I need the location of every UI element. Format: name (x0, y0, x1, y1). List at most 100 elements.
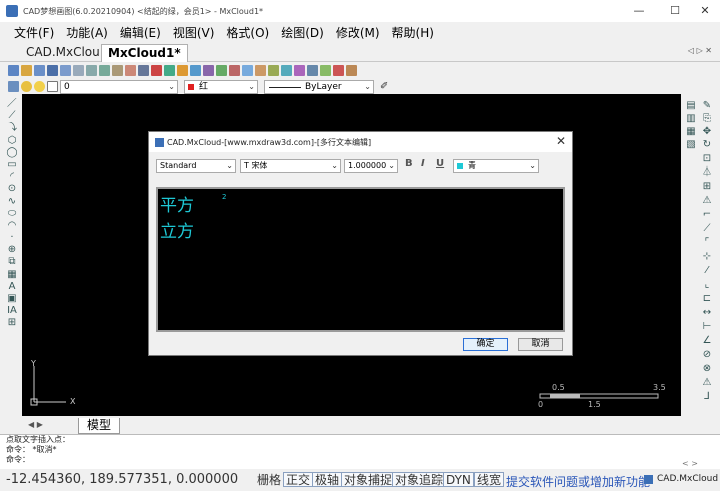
lineweight-toggle[interactable]: 线宽 (474, 472, 505, 487)
hatch-icon[interactable]: ▦ (4, 269, 20, 281)
new-icon[interactable] (8, 65, 19, 76)
redo-icon[interactable] (294, 65, 305, 76)
fillet-icon[interactable]: ⌜ (700, 237, 714, 249)
feedback-link[interactable]: 提交软件问题或增加新功能 (506, 473, 650, 490)
line-icon[interactable]: ／ (4, 98, 20, 110)
command-area[interactable]: 点取文字插入点： 命令： *取消* 命令： < > (0, 434, 720, 469)
point-icon[interactable]: · (4, 232, 20, 244)
lineweight-pen-icon[interactable]: ✐ (380, 81, 388, 92)
menu-format[interactable]: 格式(O) (226, 24, 269, 41)
tab-cad-mxcloud[interactable]: CAD.MxCloud (20, 44, 100, 62)
xline-icon[interactable]: ⟋ (4, 110, 20, 122)
text-height-select[interactable]: 1.000000 ⌄ (344, 159, 398, 173)
circle-center-icon[interactable]: ⊙ (4, 183, 20, 195)
polygon-icon[interactable]: ⬡ (4, 135, 20, 147)
open-icon[interactable] (21, 65, 32, 76)
insert-block-icon[interactable]: ⊕ (4, 244, 20, 256)
match-properties-icon[interactable] (255, 65, 266, 76)
dim-radius-icon[interactable]: ⊘ (700, 349, 714, 361)
trim-icon[interactable]: ⌐ (700, 209, 714, 221)
zoom-previous-icon[interactable] (99, 65, 110, 76)
extend-icon[interactable]: ⟋ (700, 223, 714, 235)
zoom-all-icon[interactable] (138, 65, 149, 76)
linetype-select[interactable]: ByLayer ⌄ (264, 79, 374, 94)
pen-icon[interactable]: ✎ (700, 100, 714, 112)
menu-draw[interactable]: 绘图(D) (281, 24, 324, 41)
measure-icon[interactable] (307, 65, 318, 76)
zoom-realtime-icon[interactable] (73, 65, 84, 76)
menu-edit[interactable]: 编辑(E) (120, 24, 161, 41)
polyline-icon[interactable]: ⤵ (4, 122, 20, 134)
dim-aligned-icon[interactable]: ⊢ (700, 321, 714, 333)
array-icon[interactable]: ⊞ (700, 181, 714, 193)
dyn-toggle[interactable]: DYN (443, 472, 474, 487)
font-select[interactable]: T 宋体 ⌄ (240, 159, 341, 173)
command-input-line[interactable]: 命令： (0, 455, 720, 465)
grid-toggle[interactable]: 栅格 (254, 472, 284, 487)
zoom-extents-icon[interactable] (112, 65, 123, 76)
dialog-close-button[interactable]: ✕ (556, 134, 566, 148)
dim-diameter-icon[interactable]: ⊗ (700, 363, 714, 375)
tab-mxcloud1[interactable]: MxCloud1* (101, 44, 188, 62)
image-icon[interactable] (346, 65, 357, 76)
italic-button[interactable]: I (421, 158, 425, 169)
text-style-select[interactable]: Standard ⌄ (156, 159, 236, 173)
maximize-button[interactable]: ☐ (660, 0, 690, 22)
mirror-icon[interactable] (216, 65, 227, 76)
mtext-edit-area[interactable]: 平方 2 立方 (156, 187, 565, 332)
tab-model[interactable]: 模型 (78, 418, 121, 434)
otrack-toggle[interactable]: 对象追踪 (392, 472, 447, 487)
rectangle-icon[interactable]: ▭ (4, 159, 20, 171)
arc-icon[interactable]: ◜ (4, 171, 20, 183)
move-icon[interactable] (177, 65, 188, 76)
make-block-icon[interactable]: ⧉ (4, 256, 20, 268)
erase-icon[interactable] (151, 65, 162, 76)
properties-panel-icon[interactable]: ▤ (684, 100, 698, 112)
image-insert-icon[interactable]: ▣ (4, 293, 20, 305)
blocks-panel-icon[interactable]: ▦ (684, 126, 698, 138)
menu-function[interactable]: 功能(A) (66, 24, 108, 41)
copy-icon[interactable] (164, 65, 175, 76)
dimension-icon[interactable]: ↔ (700, 307, 714, 319)
osnap-toggle[interactable]: 对象捕捉 (341, 472, 396, 487)
undo-icon[interactable] (281, 65, 292, 76)
command-scroll-buttons[interactable]: < > (682, 459, 698, 468)
close-button[interactable]: ✕ (690, 0, 720, 22)
circle-icon[interactable]: ◯ (4, 147, 20, 159)
bold-button[interactable]: B (405, 158, 413, 169)
leader-icon[interactable]: ⚠ (700, 377, 714, 389)
menu-view[interactable]: 视图(V) (173, 24, 215, 41)
zoom-window-icon[interactable] (86, 65, 97, 76)
ellipse-icon[interactable]: ⬭ (4, 208, 20, 220)
offset-icon[interactable] (229, 65, 240, 76)
polar-toggle[interactable]: 极轴 (312, 472, 343, 487)
block-icon[interactable] (320, 65, 331, 76)
tab-nav-buttons[interactable]: ◁ ▷ ✕ (688, 46, 712, 55)
explode-icon[interactable]: ⁄ (700, 265, 714, 277)
menu-modify[interactable]: 修改(M) (336, 24, 380, 41)
layers-panel-icon[interactable]: ▥ (684, 113, 698, 125)
ortho-toggle[interactable]: 正交 (283, 472, 314, 487)
save-icon[interactable] (34, 65, 45, 76)
dialog-title-bar[interactable]: CAD.MxCloud-[www.mxdraw3d.com]-[多行文本编辑] … (149, 132, 572, 152)
save-as-icon[interactable] (47, 65, 58, 76)
minimize-button[interactable]: — (624, 0, 654, 22)
mtext-icon[interactable]: IA (4, 305, 20, 317)
cancel-button[interactable]: 取消 (518, 338, 563, 351)
menu-file[interactable]: 文件(F) (14, 24, 54, 41)
ok-button[interactable]: 确定 (463, 338, 508, 351)
tolerance-icon[interactable]: ⅃ (700, 391, 714, 403)
pan-icon[interactable] (125, 65, 136, 76)
ellipse-arc-icon[interactable]: ◠ (4, 220, 20, 232)
text-icon[interactable]: A (4, 281, 20, 293)
table-icon[interactable]: ⊞ (4, 317, 20, 329)
break-icon[interactable]: ⊹ (700, 251, 714, 263)
pdf-icon[interactable] (333, 65, 344, 76)
color-select[interactable]: 红 ⌄ (184, 79, 258, 94)
underline-button[interactable]: U (436, 158, 444, 169)
scale-icon[interactable] (203, 65, 214, 76)
text-color-select[interactable]: 青 ⌄ (453, 159, 539, 173)
spline-icon[interactable]: ∿ (4, 196, 20, 208)
layer-manager-icon[interactable] (8, 81, 19, 92)
layer-select[interactable]: 0 ⌄ (60, 79, 178, 94)
